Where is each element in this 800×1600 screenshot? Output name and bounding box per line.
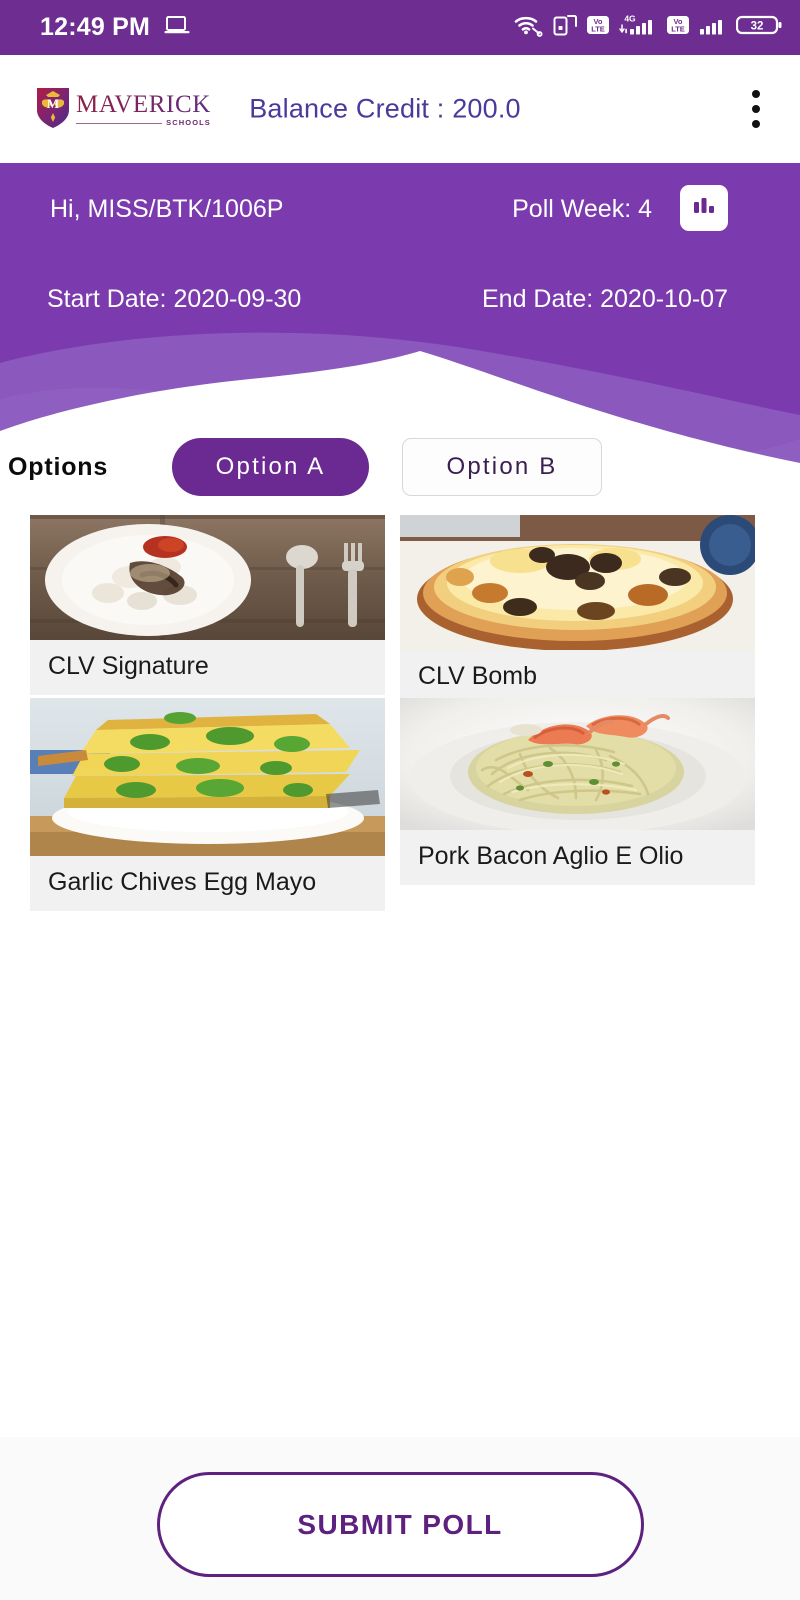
menu-item-image-clv-signature: [30, 515, 385, 640]
battery-level-text: 32: [751, 21, 764, 33]
wifi-vpn-icon: [514, 13, 544, 42]
tab-option-a[interactable]: Option A: [172, 438, 369, 496]
poll-results-button[interactable]: [680, 185, 728, 231]
options-selector: Options Option A Option B: [0, 435, 800, 499]
balance-credit-label: Balance Credit : 200.0: [249, 93, 521, 124]
menu-card[interactable]: Garlic Chives Egg Mayo: [30, 698, 385, 911]
submit-footer: SUBMIT POLL: [0, 1437, 800, 1600]
menu-item-name: Pork Bacon Aglio E Olio: [400, 830, 755, 885]
menu-item-image-pork-bacon-aglio-e-olio: [400, 698, 755, 830]
overflow-menu-button[interactable]: [748, 86, 764, 132]
menu-card[interactable]: Pork Bacon Aglio E Olio: [400, 698, 755, 885]
menu-item-name: CLV Signature: [30, 640, 385, 695]
volte-badge-2-icon: Vo LTE: [666, 14, 690, 41]
menu-card[interactable]: CLV Signature: [30, 515, 385, 695]
menu-list-scroll-area[interactable]: CLV Signature CLV Bomb Garlic Chives Egg…: [0, 505, 800, 1437]
menu-card-grid: CLV Signature CLV Bomb Garlic Chives Egg…: [0, 505, 800, 911]
screen-cast-icon: [553, 14, 577, 41]
battery-icon: 32: [735, 13, 782, 42]
laptop-cast-icon: [164, 15, 190, 40]
status-bar-right: Vo LTE 4G Vo LTE 32: [514, 13, 782, 42]
bar-chart-icon: [691, 194, 717, 223]
poll-week-label: Poll Week: 4: [512, 195, 652, 223]
user-greeting: Hi, MISS/BTK/1006P: [50, 195, 284, 223]
options-label: Options: [8, 452, 109, 481]
menu-item-name: Garlic Chives Egg Mayo: [30, 856, 385, 911]
svg-text:4G: 4G: [624, 14, 636, 24]
menu-item-image-clv-bomb: [400, 515, 755, 650]
menu-item-name: CLV Bomb: [400, 650, 755, 705]
menu-item-image-garlic-chives-egg-mayo: [30, 698, 385, 856]
overflow-dot: [752, 105, 760, 113]
submit-poll-button[interactable]: SUBMIT POLL: [156, 1472, 644, 1577]
tab-option-b[interactable]: Option B: [402, 438, 602, 496]
menu-card[interactable]: CLV Bomb: [400, 515, 755, 705]
status-bar: 12:49 PM Vo LTE 4G Vo LTE 32: [0, 0, 800, 55]
volte-badge-icon: Vo LTE: [586, 14, 610, 41]
app-bar: M MAVERICK SCHOOLS Balance Credit : 200.…: [0, 55, 800, 163]
overflow-dot: [752, 120, 760, 128]
status-bar-left: 12:49 PM: [40, 13, 190, 42]
poll-start-date: Start Date: 2020-09-30: [47, 285, 302, 313]
svg-text:LTE: LTE: [591, 25, 605, 34]
signal-4g-icon: 4G: [619, 13, 657, 42]
signal-2-icon: [699, 13, 727, 42]
poll-end-date: End Date: 2020-10-07: [481, 285, 728, 313]
overflow-dot: [752, 90, 760, 98]
svg-text:LTE: LTE: [671, 25, 685, 34]
poll-screen: 12:49 PM Vo LTE 4G Vo LTE 32 M MAVERICK …: [0, 0, 800, 1600]
status-bar-clock: 12:49 PM: [40, 13, 150, 41]
